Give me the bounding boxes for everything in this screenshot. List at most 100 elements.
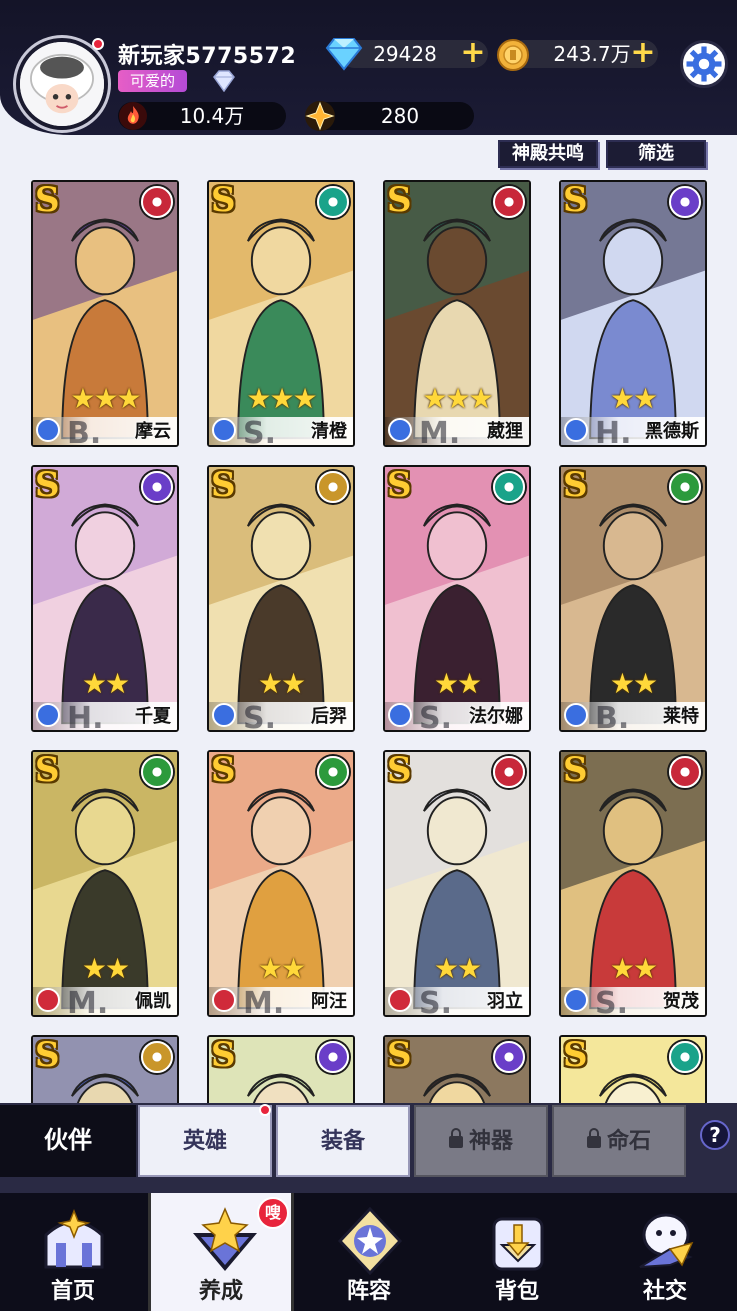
wind-element-icon xyxy=(669,1041,701,1073)
fire-element-icon xyxy=(493,756,525,788)
hero-card[interactable]: S ★★★ M. 葳狸 xyxy=(383,180,531,447)
hero-card[interactable]: S ★★ S. 羽立 xyxy=(383,750,531,1017)
class-letter: S. xyxy=(243,701,277,732)
nav-formation[interactable]: 阵容 xyxy=(296,1193,442,1311)
star-rating: ★★ xyxy=(433,667,482,700)
nav-home[interactable]: 首页 xyxy=(0,1193,146,1311)
rarity-badge: S xyxy=(387,465,412,505)
rarity-badge: S xyxy=(563,750,588,790)
class-letter: S. xyxy=(595,986,629,1017)
class-letter: B. xyxy=(595,701,630,732)
add-gold-button[interactable]: + xyxy=(630,38,656,68)
star-rating: ★★ xyxy=(81,667,130,700)
notification-dot xyxy=(92,38,104,50)
hero-card[interactable]: S ★★ S. 后羿 xyxy=(207,465,355,732)
rank-diamond-icon xyxy=(213,70,235,92)
moon-element-icon xyxy=(317,1041,349,1073)
star-rating: ★★ xyxy=(81,952,130,985)
moon-element-icon xyxy=(669,186,701,218)
hero-name: 摩云 xyxy=(135,421,171,442)
heart-class-icon xyxy=(388,418,412,442)
class-letter: H. xyxy=(595,416,632,447)
nature-element-icon xyxy=(669,471,701,503)
lock-icon xyxy=(586,1128,601,1148)
hero-grid: S ★★★ B. 摩云 S ★★★ S. 清橙 S ★★★ M. 葳狸 S ★★ H. 黑德斯 S ★★ H. 千夏 S… xyxy=(0,178,737,1103)
star-rating: ★★ xyxy=(257,667,306,700)
hero-name: 葳狸 xyxy=(487,421,523,442)
star-emblem-icon xyxy=(305,101,335,131)
wind-element-icon xyxy=(317,186,349,218)
fire-element-icon xyxy=(493,186,525,218)
formation-icon xyxy=(337,1206,403,1276)
nav-social[interactable]: 社交 xyxy=(592,1193,737,1311)
tab-equipment[interactable]: 装备 xyxy=(276,1105,410,1177)
hero-card[interactable]: S xyxy=(559,1035,707,1103)
tab-notification-dot xyxy=(259,1104,271,1116)
player-name: 新玩家5775572 xyxy=(118,44,297,69)
hero-name: 贺茂 xyxy=(663,991,699,1012)
nav-backpack[interactable]: 背包 xyxy=(444,1193,590,1311)
hero-card[interactable]: S ★★ B. 莱特 xyxy=(559,465,707,732)
hero-card[interactable]: S ★★ S. 法尔娜 xyxy=(383,465,531,732)
sword-class-icon xyxy=(36,703,60,727)
avatar[interactable] xyxy=(16,38,108,130)
nature-element-icon xyxy=(141,756,173,788)
settings-button[interactable] xyxy=(680,40,728,88)
hero-card[interactable]: S xyxy=(383,1035,531,1103)
class-letter: S. xyxy=(419,986,453,1017)
bow-class-icon xyxy=(212,703,236,727)
hero-card[interactable]: S ★★★ B. 摩云 xyxy=(31,180,179,447)
tab-artifacts[interactable]: 神器 xyxy=(414,1105,548,1177)
energy-value: 280 xyxy=(380,104,420,128)
tab-fate-stones[interactable]: 命石 xyxy=(552,1105,686,1177)
class-letter: B. xyxy=(67,416,102,447)
rarity-badge: S xyxy=(35,750,60,790)
hero-name: 阿汪 xyxy=(311,991,347,1012)
star-rating: ★★★ xyxy=(70,382,141,415)
nav-develop[interactable]: 嗖 养成 xyxy=(148,1193,294,1311)
class-letter: M. xyxy=(419,416,461,447)
hero-card[interactable]: S ★★ M. 佩凯 xyxy=(31,750,179,1017)
gold-coin-icon xyxy=(497,39,529,71)
star-rating: ★★ xyxy=(609,952,658,985)
rarity-badge: S xyxy=(211,465,236,505)
hero-name: 法尔娜 xyxy=(469,706,523,727)
hero-card[interactable]: S ★★ H. 千夏 xyxy=(31,465,179,732)
star-rating: ★★★ xyxy=(246,382,317,415)
tab-equipment-label: 装备 xyxy=(320,1129,365,1154)
hero-card[interactable]: S ★★ S. 贺茂 xyxy=(559,750,707,1017)
shield-class-icon xyxy=(212,988,236,1012)
hero-name: 清橙 xyxy=(311,421,347,442)
tab-heroes-label: 英雄 xyxy=(182,1129,227,1154)
wind-element-icon xyxy=(493,471,525,503)
nav-social-label: 社交 xyxy=(642,1279,687,1304)
bow-class-icon xyxy=(388,703,412,727)
star-rating: ★★ xyxy=(609,382,658,415)
filter-button[interactable]: 筛选 xyxy=(606,140,706,168)
rarity-badge: S xyxy=(563,180,588,220)
player-title-badge[interactable]: 可爱的 xyxy=(118,70,188,92)
hero-card[interactable]: S ★★ H. 黑德斯 xyxy=(559,180,707,447)
hero-card[interactable]: S xyxy=(207,1035,355,1103)
hero-name: 黑德斯 xyxy=(645,421,699,442)
help-button[interactable]: ? xyxy=(700,1120,730,1150)
hero-card[interactable]: S xyxy=(31,1035,179,1103)
class-letter: S. xyxy=(243,416,277,447)
tab-partners[interactable]: 伙伴 xyxy=(0,1105,136,1177)
class-letter: H. xyxy=(67,701,104,732)
hero-name: 千夏 xyxy=(135,706,171,727)
sword-class-icon xyxy=(564,418,588,442)
tab-heroes[interactable]: 英雄 xyxy=(138,1105,272,1177)
hero-card[interactable]: S ★★ M. 阿汪 xyxy=(207,750,355,1017)
moon-element-icon xyxy=(141,471,173,503)
light-element-icon xyxy=(317,471,349,503)
backpack-icon xyxy=(492,1217,544,1271)
hero-card[interactable]: S ★★★ S. 清橙 xyxy=(207,180,355,447)
temple-resonance-button[interactable]: 神殿共鸣 xyxy=(498,140,598,168)
class-letter: M. xyxy=(67,986,109,1017)
sword-class-icon xyxy=(36,418,60,442)
star-rating: ★★ xyxy=(609,667,658,700)
diamond-icon xyxy=(325,38,363,71)
develop-icon xyxy=(193,1207,257,1271)
add-diamond-button[interactable]: + xyxy=(460,38,486,68)
